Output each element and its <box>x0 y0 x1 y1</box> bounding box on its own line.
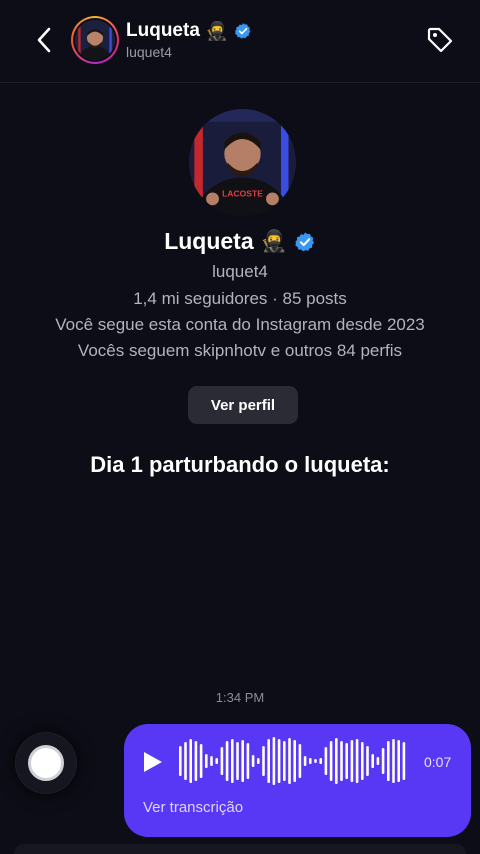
view-transcript-link[interactable]: Ver transcrição <box>143 799 243 816</box>
record-icon <box>28 745 64 781</box>
play-icon[interactable] <box>142 750 164 774</box>
waveform-bar <box>324 747 328 775</box>
waveform-bar <box>340 741 343 781</box>
tag-icon <box>427 27 453 53</box>
header-username: luquet4 <box>126 44 172 60</box>
profile-name-text: Luqueta <box>164 228 254 254</box>
waveform-bar <box>288 738 291 784</box>
waveform-bar <box>199 744 203 778</box>
chevron-left-icon <box>37 27 51 53</box>
waveform-bar <box>246 743 250 779</box>
waveform-bar <box>189 739 192 783</box>
waveform-bar <box>309 758 312 764</box>
profile-stats: 1,4 mi seguidores · 85 posts <box>133 289 347 308</box>
waveform-bar <box>314 759 317 763</box>
voice-message-bubble[interactable]: 0:07 Ver transcrição <box>124 724 471 837</box>
waveform-bar <box>381 748 385 774</box>
waveform[interactable] <box>179 736 411 786</box>
message-timestamp: 1:34 PM <box>215 690 265 705</box>
waveform-bar <box>319 758 322 764</box>
waveform-bar <box>262 746 265 776</box>
verified-badge-icon <box>294 231 314 251</box>
waveform-bar <box>298 744 302 778</box>
header-name: Luqueta <box>126 20 200 41</box>
header-avatar[interactable] <box>71 16 119 64</box>
tag-button[interactable] <box>424 24 456 56</box>
profile-avatar[interactable]: LACOSTE <box>189 109 296 216</box>
waveform-bar <box>210 756 213 766</box>
caption-text: Dia 1 parturbando o luqueta: <box>90 452 390 477</box>
waveform-bar <box>371 754 374 768</box>
ninja-emoji: 🥷 <box>205 21 229 41</box>
waveform-bar <box>293 740 296 782</box>
waveform-bar <box>277 739 281 783</box>
waveform-bar <box>241 740 244 782</box>
waveform-bar <box>329 741 333 781</box>
profile-name: Luqueta 🥷 <box>0 228 480 255</box>
mutual-followers-text: Vocês seguem skipnhotv e outros 84 perfi… <box>77 341 403 360</box>
record-button[interactable] <box>16 733 76 793</box>
back-button[interactable] <box>30 24 58 56</box>
follow-since-text: Você segue esta conta do Instagram desde… <box>55 315 425 334</box>
header-title[interactable]: Luqueta 🥷 <box>126 20 252 42</box>
voice-duration: 0:07 <box>424 754 452 770</box>
waveform-bar <box>387 741 390 781</box>
profile-username: luquet4 <box>212 262 268 281</box>
waveform-bar <box>257 758 260 764</box>
waveform-bar <box>303 756 307 766</box>
waveform-bar <box>376 757 380 765</box>
waveform-bar <box>231 739 234 783</box>
waveform-bar <box>335 738 338 784</box>
waveform-bar <box>194 741 198 781</box>
dm-screen: Luqueta 🥷 luquet4 LACOSTE Luqueta 🥷 luqu… <box>0 0 480 854</box>
waveform-bar <box>225 741 229 781</box>
chat-header: Luqueta 🥷 luquet4 <box>0 0 480 83</box>
waveform-bar <box>184 742 187 780</box>
waveform-bar <box>267 739 270 783</box>
waveform-bar <box>350 740 354 782</box>
waveform-bar <box>402 742 406 780</box>
waveform-bar <box>236 742 239 780</box>
waveform-bar <box>345 743 348 779</box>
profile-photo: LACOSTE <box>189 109 296 216</box>
ninja-emoji: 🥷 <box>260 230 287 253</box>
waveform-bar <box>220 747 224 775</box>
waveform-bar <box>179 746 182 776</box>
waveform-bar <box>272 737 276 785</box>
waveform-bar <box>283 741 286 781</box>
waveform-bar <box>361 742 364 780</box>
waveform-bar <box>355 739 359 783</box>
waveform-bar <box>251 755 255 767</box>
avatar-photo <box>75 20 115 60</box>
message-composer[interactable] <box>14 844 466 854</box>
view-profile-button[interactable]: Ver perfil <box>188 386 298 424</box>
waveform-bar <box>397 740 400 782</box>
waveform-bar <box>366 746 369 776</box>
verified-badge-icon <box>235 23 251 39</box>
waveform-bar <box>215 758 218 764</box>
shirt-logo-text: LACOSTE <box>222 189 263 199</box>
waveform-bar <box>392 739 395 783</box>
waveform-bar <box>205 754 208 768</box>
